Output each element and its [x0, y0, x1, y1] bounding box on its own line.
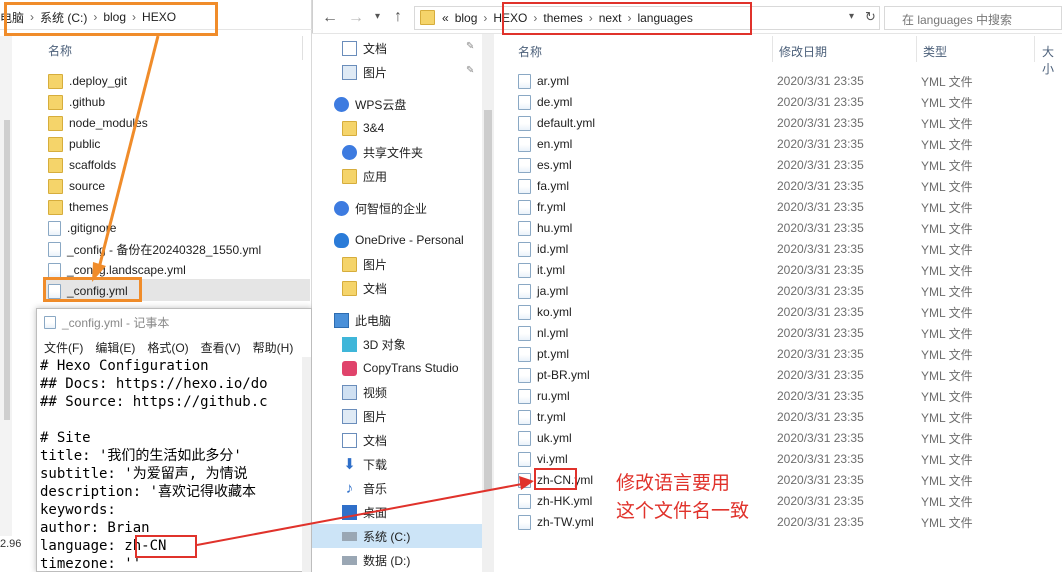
annotation-arrows — [92, 35, 534, 546]
orange-arrow-line — [96, 35, 160, 273]
orange-arrow-head — [92, 262, 106, 282]
red-arrow-head — [519, 476, 534, 490]
red-arrow-line — [196, 483, 523, 546]
